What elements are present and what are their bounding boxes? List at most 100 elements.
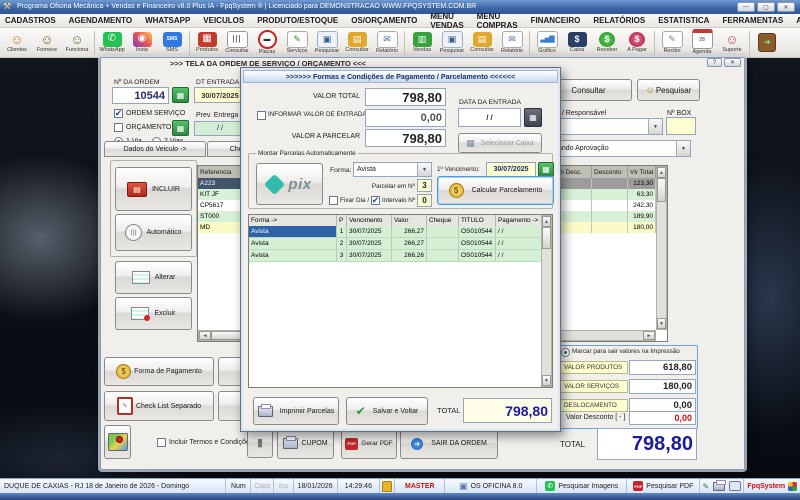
fixar-dia-checkbox[interactable] — [329, 196, 338, 205]
menu-menu-compras[interactable]: MENU COMPRAS — [477, 12, 518, 30]
toolbar-a-pagar[interactable]: A Pagar — [622, 28, 652, 57]
valor-total-field[interactable]: 798,80 — [365, 88, 446, 106]
alterar-button[interactable]: Alterar — [115, 261, 192, 294]
toolbar-receber[interactable]: Receber — [592, 28, 622, 57]
device-icon — [257, 436, 263, 449]
calcular-parcelamento-button[interactable]: Calcular Parcelamento — [437, 176, 554, 205]
menu-cadastros[interactable]: CADASTROS — [5, 16, 56, 25]
minimize-button[interactable] — [737, 2, 755, 12]
vencimento-calendar-icon[interactable] — [538, 162, 554, 177]
toolbar-suporte[interactable]: Suporte — [717, 28, 747, 57]
toolbar-consultar-produtos[interactable]: Consultar — [222, 28, 252, 57]
table-row[interactable]: Avista 2 30/07/2025 266,27 OS010544 / / — [249, 238, 552, 250]
order-service-checkbox[interactable] — [114, 109, 123, 118]
close-button[interactable] — [777, 2, 795, 12]
menu-estatistica[interactable]: ESTATISTICA — [658, 16, 709, 25]
toolbar-caixa[interactable]: Caixa — [562, 28, 592, 57]
termos-checkbox[interactable] — [157, 438, 166, 447]
status-search-images[interactable]: Pesquisar Imagens — [537, 479, 627, 493]
calculator-icon[interactable] — [524, 108, 542, 127]
print-values-radio[interactable] — [561, 348, 570, 357]
data-entrada-field[interactable]: / / — [458, 108, 521, 127]
valor-entrada-field[interactable]: 0,00 — [365, 109, 446, 127]
status-tools[interactable] — [700, 479, 744, 493]
status-combo[interactable]: ando Aprovação — [545, 140, 691, 157]
checklist-separado-button[interactable]: Check List Separado — [104, 391, 214, 421]
menu-produto-estoque[interactable]: PRODUTO/ESTOQUE — [257, 16, 338, 25]
toolbar-produtos[interactable]: Produtos — [192, 28, 222, 57]
status-location: DUQUE DE CAXIAS - RJ 18 de Janeiro de 20… — [0, 479, 226, 493]
toolbar-clientes[interactable]: Clientes — [2, 28, 32, 57]
forma-combo[interactable]: Avista — [353, 162, 432, 177]
table-row[interactable]: Avista 1 30/07/2025 266,27 OS010544 / / — [249, 226, 552, 238]
responsavel-combo[interactable] — [545, 118, 663, 135]
intervalo-checkbox[interactable] — [371, 196, 380, 205]
intervalo-field[interactable]: 0 — [417, 194, 432, 207]
entry-date-field[interactable]: 30/07/2025 — [194, 87, 246, 103]
forma-label: Forma: — [330, 167, 352, 174]
order-calendar-icon[interactable] — [172, 87, 189, 103]
toolbar-separator — [189, 31, 190, 55]
table-row[interactable]: Avista 3 30/07/2025 266,26 OS010544 / / — [249, 250, 552, 262]
menu-financeiro[interactable]: FINANCEIRO — [531, 16, 581, 25]
toolbar-sms[interactable]: SMS — [157, 28, 187, 57]
toolbar-vendas[interactable]: Vendas — [407, 28, 437, 57]
informar-entrada-checkbox[interactable] — [257, 111, 266, 120]
toolbar-fornecedores[interactable]: Fornece — [32, 28, 62, 57]
toolbar-grafico[interactable]: Gráfico — [532, 28, 562, 57]
budget-label: ORÇAMENTO — [126, 124, 171, 132]
toolbar-relatorio-vendas[interactable]: Relatório — [497, 28, 527, 57]
menu-agendamento[interactable]: AGENDAMENTO — [69, 16, 132, 25]
order-number-field[interactable]: 10544 — [112, 87, 169, 104]
menu-whatsapp[interactable]: WHATSAPP — [145, 16, 190, 25]
toolbar-placas[interactable]: Placas — [252, 28, 282, 57]
os-window-help-button[interactable] — [707, 58, 722, 67]
toolbar-exit[interactable] — [752, 28, 782, 57]
tab-dados-veiculo[interactable]: Dados do Veiculo -> — [104, 141, 206, 157]
parcelas-table-vscrollbar[interactable] — [541, 215, 552, 387]
toolbar-pesquisar-servicos[interactable]: Pesquisar — [312, 28, 342, 57]
menu-ajuda[interactable]: AJUDA — [796, 16, 800, 25]
gerar-pdf-button[interactable]: PDFGerar PDF — [341, 428, 397, 459]
menu-relatorios[interactable]: RELATÓRIOS — [593, 16, 645, 25]
prev-delivery-calendar-icon[interactable] — [172, 120, 189, 136]
os-window-close-button[interactable] — [724, 58, 741, 67]
selecionar-caixa-button[interactable]: Selecionar Caixa — [458, 133, 542, 153]
toolbar-recibo[interactable]: Recibo — [657, 28, 687, 57]
pesquisar-button[interactable]: Pesquisar — [637, 79, 700, 101]
parcelas-field[interactable]: 3 — [417, 179, 432, 192]
cupom-button[interactable]: CUPOM — [277, 428, 334, 459]
toolbar-instagram[interactable]: Insta — [127, 28, 157, 57]
menu-ferramentas[interactable]: FERRAMENTAS — [722, 16, 783, 25]
pix-modal-button[interactable] — [256, 163, 323, 205]
toolbar-relatorio-servicos[interactable]: Relatório — [372, 28, 402, 57]
vencimento-field[interactable]: 30/07/2025 — [486, 162, 536, 177]
toolbar-servicos[interactable]: Serviços — [282, 28, 312, 57]
status-search-pdf[interactable]: PDFPesquisar PDF — [627, 479, 700, 493]
forma-pagamento-button[interactable]: Forma de Pagamento — [104, 357, 214, 386]
toolbar-pesquisar-vendas[interactable]: Pesquisar — [437, 28, 467, 57]
sair-da-ordem-button[interactable]: SAIR DA ORDEM — [400, 428, 498, 459]
menu-veiculos[interactable]: VEICULOS — [203, 16, 244, 25]
green-check-icon — [356, 404, 366, 418]
salvar-voltar-button[interactable]: Salvar e Voltar — [346, 397, 428, 425]
prev-delivery-field[interactable]: / / — [194, 121, 246, 136]
box-field[interactable] — [666, 117, 696, 135]
excluir-button[interactable]: Excluir — [115, 297, 192, 330]
toolbar-whatsapp[interactable]: WhatsApp — [97, 28, 127, 57]
toolbar-separator — [94, 31, 95, 55]
valor-parcelar-field[interactable]: 798,80 — [365, 129, 446, 147]
toolbar-consultar-vendas[interactable]: Consultar — [467, 28, 497, 57]
items-grid-vscrollbar[interactable] — [656, 166, 667, 330]
toolbar-funcionarios[interactable]: Funciona — [62, 28, 92, 57]
toolbar-consultar-servicos[interactable]: Consultar — [342, 28, 372, 57]
incluir-button[interactable]: INCLUIR — [115, 167, 192, 211]
menu-menu-vendas[interactable]: MENU VENDAS — [430, 12, 463, 30]
automatico-button[interactable]: Automático — [115, 214, 192, 251]
budget-checkbox[interactable] — [114, 123, 123, 132]
menu-os-orcamento[interactable]: OS/ORÇAMENTO — [351, 16, 417, 25]
maximize-button[interactable] — [757, 2, 775, 12]
imprimir-parcelas-button[interactable]: Imprimir Parcelas — [253, 397, 339, 425]
toolbar-agenda[interactable]: Agenda — [687, 28, 717, 57]
map-button[interactable] — [104, 425, 131, 459]
